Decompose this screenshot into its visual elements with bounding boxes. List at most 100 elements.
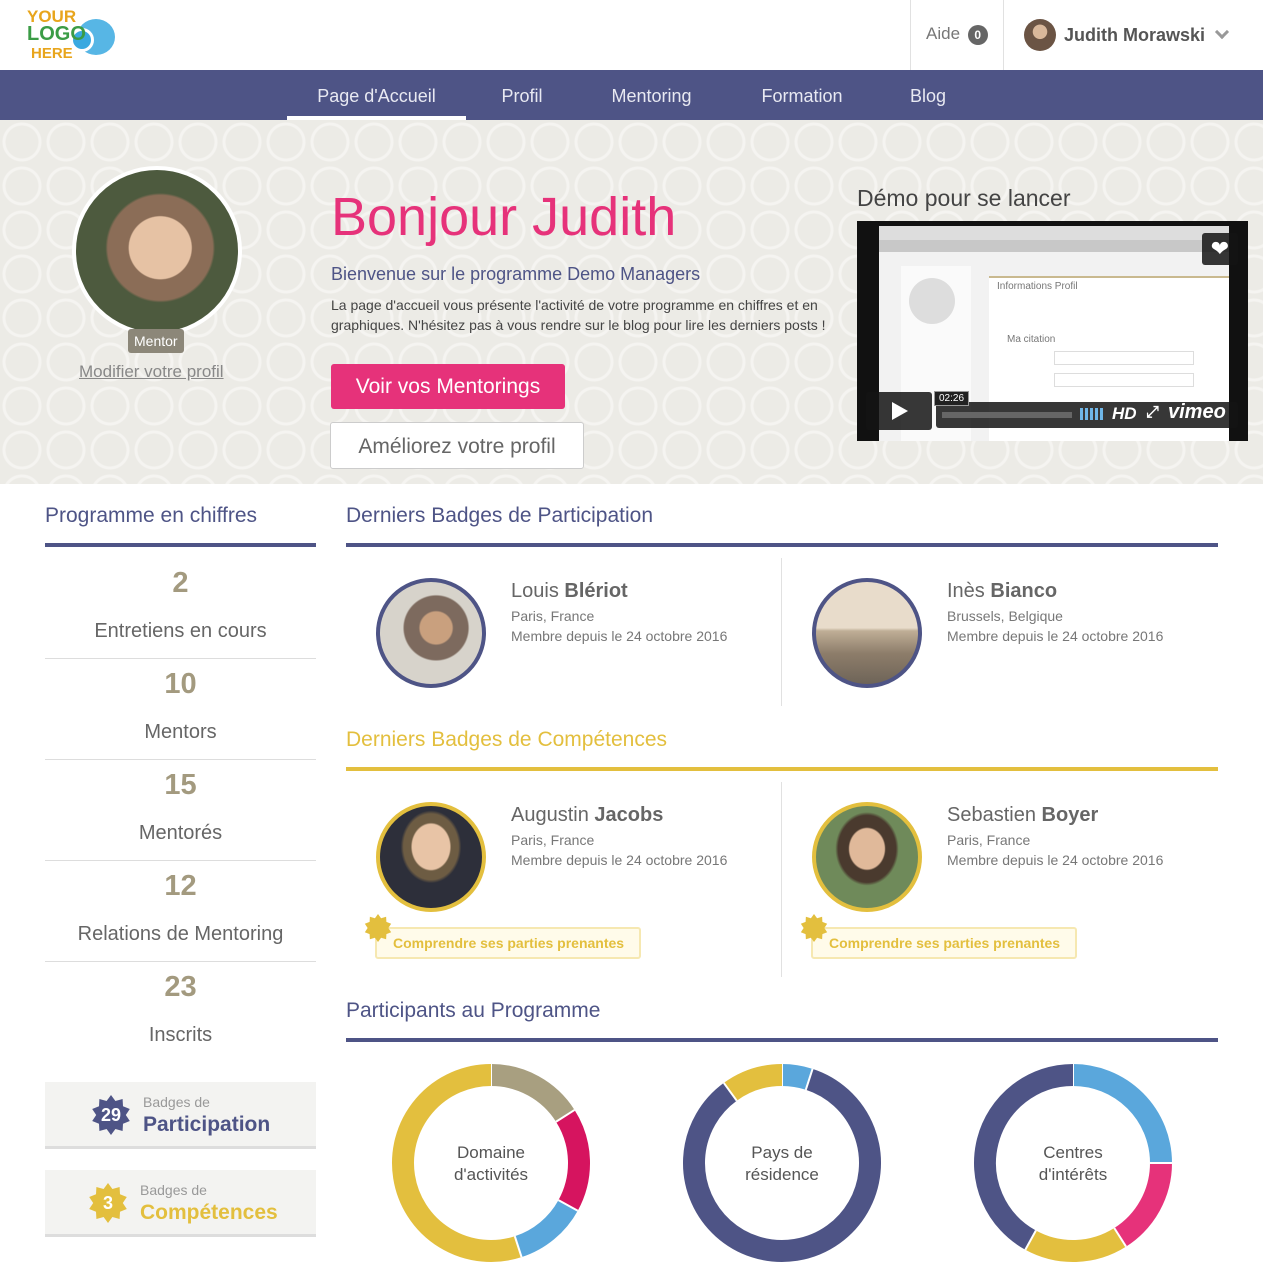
first-name: Inès (947, 580, 985, 602)
video-frame-toolbar (879, 240, 1229, 252)
vimeo-logo[interactable]: vimeo (1168, 401, 1226, 424)
avatar (1024, 19, 1056, 51)
nav-item-formation[interactable]: Formation (740, 70, 864, 120)
donut-slice[interactable] (723, 1064, 783, 1101)
video-frame-subheading: Ma citation (1007, 334, 1056, 345)
stat-value: 12 (164, 870, 197, 902)
chart-center-label: Domaine d'activités (421, 1142, 561, 1186)
donut-slice-separator (555, 1109, 576, 1123)
logo-text-3: HERE (31, 45, 73, 62)
user-menu[interactable]: Judith Morawski (1024, 19, 1230, 51)
stats-title-rule (45, 543, 316, 547)
avatar[interactable] (376, 802, 486, 912)
user-name: Judith Morawski (1064, 24, 1206, 45)
help-label: Aide (926, 24, 961, 43)
nav-item-mentoring[interactable]: Mentoring (590, 70, 713, 120)
donut-slice[interactable] (1025, 1227, 1127, 1262)
help-button[interactable]: Aide 0 (926, 24, 988, 45)
stat-value: 2 (172, 567, 189, 599)
greeting-title: Bonjour Judith (331, 187, 677, 247)
help-count-badge: 0 (967, 24, 988, 45)
logo[interactable]: YOUR LOGO HERE (22, 6, 122, 64)
hd-toggle[interactable]: HD (1112, 404, 1137, 424)
nav-item-blog[interactable]: Blog (892, 70, 964, 120)
chart-label-line-1: Centres (1043, 1143, 1103, 1162)
skill-badge[interactable]: Comprendre ses parties prenantes (811, 927, 1078, 959)
chevron-down-icon[interactable] (1214, 24, 1230, 40)
nav-item-home[interactable]: Page d'Accueil (287, 70, 466, 120)
demo-title: Démo pour se lancer (857, 185, 1071, 211)
avatar[interactable] (812, 802, 922, 912)
play-icon (892, 402, 908, 420)
person-name[interactable]: Louis Blériot (511, 580, 628, 603)
last-name: Blériot (564, 580, 628, 602)
stat-item: 23 Inscrits (45, 971, 316, 1047)
donut-slice[interactable] (490, 1064, 575, 1123)
video-frame-field (1054, 351, 1194, 365)
person-name[interactable]: Augustin Jacobs (511, 804, 663, 827)
badge-card-title: Compétences (140, 1201, 278, 1224)
person-location: Paris, France (947, 832, 1031, 848)
fullscreen-icon[interactable]: ⤢ (1146, 404, 1159, 422)
participation-title-rule (346, 543, 1218, 547)
stat-item: 15 Mentorés (45, 769, 316, 845)
last-name: Jacobs (594, 804, 664, 826)
stat-item: 2 Entretiens en cours (45, 567, 316, 643)
donut-slice-separator (513, 1235, 523, 1258)
stats-title: Programme en chiffres (45, 504, 258, 527)
person-member-since: Membre depuis le 24 octobre 2016 (511, 852, 728, 868)
donut-slice-separator (1113, 1227, 1127, 1248)
chart-center-label: Pays de résidence (712, 1142, 852, 1186)
play-button[interactable] (866, 392, 932, 430)
video-frame-menubar (879, 226, 1229, 240)
view-mentorings-button[interactable]: Voir vos Mentorings (331, 364, 565, 409)
donut-slice[interactable] (781, 1064, 813, 1090)
nav-item-profile[interactable]: Profil (480, 70, 564, 120)
improve-profile-button[interactable]: Améliorez votre profil (330, 422, 584, 469)
divider (781, 558, 782, 706)
first-name: Louis (511, 580, 559, 602)
chart-label-line-1: Pays de (751, 1143, 813, 1162)
chart-label-line-2: d'intérêts (1038, 1165, 1108, 1184)
stat-value: 23 (164, 971, 197, 1003)
competence-badges-card[interactable]: 3 Badges de Compétences (45, 1170, 316, 1237)
stat-value: 10 (164, 668, 197, 700)
person-location: Paris, France (511, 832, 595, 848)
person-location: Paris, France (511, 608, 595, 624)
video-frame-heading: Informations Profil (997, 281, 1078, 292)
chart-label-line-2: résidence (745, 1165, 819, 1184)
volume-icon[interactable] (1080, 408, 1104, 420)
person-location: Brussels, Belgique (947, 608, 1063, 624)
donut-slice[interactable] (514, 1199, 578, 1258)
edit-profile-link[interactable]: Modifier votre profil (79, 362, 224, 382)
video-frame-field (1054, 373, 1194, 387)
participation-badges-card[interactable]: 29 Badges de Participation (45, 1082, 316, 1149)
person-name[interactable]: Inès Bianco (947, 580, 1057, 603)
like-heart-icon[interactable]: ❤ (1202, 233, 1238, 265)
badge-star-icon: 3 (89, 1183, 127, 1223)
skill-badge[interactable]: Comprendre ses parties prenantes (375, 927, 642, 959)
stat-label: Relations de Mentoring (77, 923, 284, 945)
role-badge: Mentor (128, 329, 184, 353)
first-name: Sebastien (947, 804, 1036, 826)
video-progress-bar[interactable] (942, 412, 1072, 418)
divider (781, 782, 782, 977)
person-member-since: Membre depuis le 24 octobre 2016 (947, 628, 1164, 644)
avatar[interactable] (376, 578, 486, 688)
intro-text: La page d'accueil vous présente l'activi… (331, 297, 826, 333)
divider (45, 759, 316, 760)
avatar[interactable] (812, 578, 922, 688)
logo-text-2: LOGO (27, 23, 86, 45)
person-name[interactable]: Sebastien Boyer (947, 804, 1098, 827)
divider (45, 961, 316, 962)
chart-label-line-2: d'activités (453, 1165, 529, 1184)
stat-item: 12 Relations de Mentoring (45, 870, 316, 946)
stat-item: 10 Mentors (45, 668, 316, 744)
badge-star-icon: 29 (92, 1095, 130, 1135)
top-header: YOUR LOGO HERE Aide 0 Judith Morawski (0, 0, 1263, 70)
donut-slice[interactable] (555, 1109, 590, 1211)
last-name: Boyer (1041, 804, 1099, 826)
stat-value: 15 (164, 769, 197, 801)
video-frame-avatar (909, 278, 955, 324)
main-nav: Page d'Accueil Profil Mentoring Formatio… (0, 70, 1263, 120)
